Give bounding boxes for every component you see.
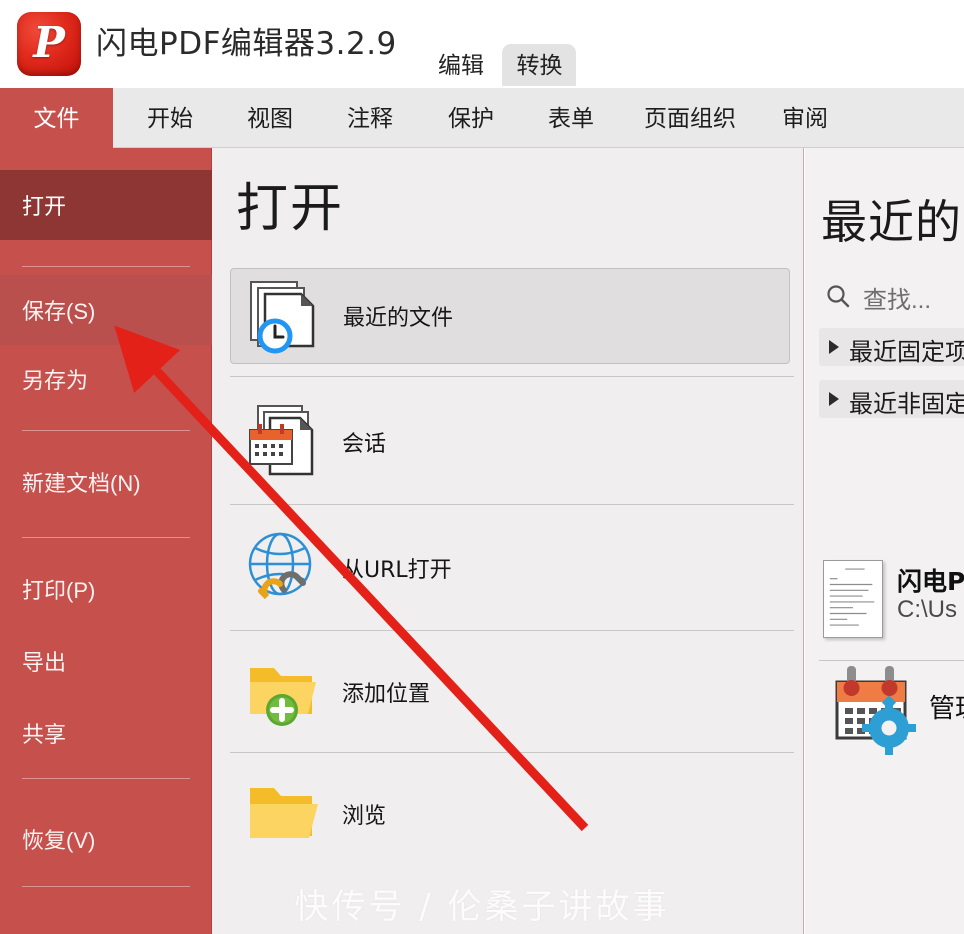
sidebar-item-label: 打开 xyxy=(22,194,67,219)
open-item-label: 会话 xyxy=(342,432,387,457)
recent-group-unpinned[interactable]: 最近非固定 xyxy=(819,380,964,418)
application-window: P 闪电PDF编辑器3.2.9 编辑 转换 文件 开始 视图 注释 保护 表单 … xyxy=(0,0,964,934)
chevron-right-icon xyxy=(829,392,839,406)
sidebar-item-label: 新建文档(N) xyxy=(22,471,141,496)
tab-review[interactable]: 审阅 xyxy=(764,88,846,148)
sidebar-item-label: 导出 xyxy=(22,650,67,675)
open-panel-divider xyxy=(230,504,794,505)
recent-file-path: C:\Us xyxy=(897,596,957,623)
globe-link-icon xyxy=(244,528,328,608)
sidebar-item-label: 恢复(V) xyxy=(22,828,96,853)
recent-file-item[interactable]: 闪电P C:\Us xyxy=(823,558,964,648)
sidebar-divider xyxy=(22,537,190,538)
app-title: 闪电PDF编辑器3.2.9 xyxy=(96,26,397,62)
sidebar-item-save[interactable]: 保存(S) xyxy=(0,275,212,345)
open-item-label: 从URL打开 xyxy=(342,558,452,583)
recent-panel: 最近的 查找... 最近固定项 最近非固定 闪电P C:\Us 管 xyxy=(805,148,964,934)
open-item-label: 添加位置 xyxy=(342,682,431,707)
title-bar: P 闪电PDF编辑器3.2.9 编辑 转换 xyxy=(0,0,964,88)
sidebar-item-label: 保存(S) xyxy=(22,299,96,324)
open-item-add-location[interactable]: 添加位置 xyxy=(230,644,790,740)
sidebar-divider xyxy=(22,778,190,779)
manage-sessions-icon xyxy=(823,658,923,763)
open-panel-divider xyxy=(230,630,794,631)
open-panel-divider xyxy=(230,376,794,377)
add-folder-icon xyxy=(244,652,328,732)
sidebar-item-share[interactable]: 共享 xyxy=(0,702,212,764)
sidebar-item-print[interactable]: 打印(P) xyxy=(0,558,212,620)
folder-icon xyxy=(244,774,328,854)
tab-form[interactable]: 表单 xyxy=(530,88,612,148)
sidebar-divider xyxy=(22,430,190,431)
chevron-right-icon xyxy=(829,340,839,354)
search-icon xyxy=(825,283,851,309)
file-menu-sidebar: 打开 保存(S) 另存为 新建文档(N) 打印(P) 导出 共享 恢复(V) xyxy=(0,148,212,934)
sidebar-item-label: 共享 xyxy=(22,722,67,747)
sidebar-item-label: 另存为 xyxy=(22,368,89,393)
open-item-recent-files[interactable]: 最近的文件 xyxy=(230,268,790,364)
sidebar-item-save-as[interactable]: 另存为 xyxy=(0,345,212,413)
mode-tab-bar: 编辑 转换 xyxy=(424,44,577,86)
sidebar-item-export[interactable]: 导出 xyxy=(0,630,212,692)
open-item-label: 最近的文件 xyxy=(343,306,454,331)
manage-sessions-label: 管理 xyxy=(929,694,964,724)
tab-file[interactable]: 文件 xyxy=(0,88,113,148)
open-item-label: 浏览 xyxy=(342,804,387,829)
search-placeholder: 查找... xyxy=(863,287,932,314)
recent-files-icon xyxy=(245,276,329,356)
manage-sessions-item[interactable]: 管理 xyxy=(823,658,964,758)
tab-start[interactable]: 开始 xyxy=(129,88,211,148)
sidebar-item-new-document[interactable]: 新建文档(N) xyxy=(0,448,212,516)
tab-view[interactable]: 视图 xyxy=(229,88,311,148)
tab-protect[interactable]: 保护 xyxy=(430,88,512,148)
document-thumbnail-icon xyxy=(823,560,883,638)
mode-tab-edit[interactable]: 编辑 xyxy=(424,44,498,86)
open-item-browse[interactable]: 浏览 xyxy=(230,766,790,862)
sidebar-divider xyxy=(22,266,190,267)
open-item-open-from-url[interactable]: 从URL打开 xyxy=(230,520,790,616)
sidebar-item-restore[interactable]: 恢复(V) xyxy=(0,808,212,870)
open-panel-divider xyxy=(230,752,794,753)
open-item-session[interactable]: 会话 xyxy=(230,394,790,490)
recent-group-label: 最近固定项 xyxy=(849,338,964,366)
ribbon-tab-bar: 文件 开始 视图 注释 保护 表单 页面组织 审阅 xyxy=(0,88,964,148)
search-input[interactable]: 查找... xyxy=(825,280,964,314)
tab-page-organize[interactable]: 页面组织 xyxy=(626,88,754,148)
sidebar-item-label: 打印(P) xyxy=(22,578,96,603)
app-logo-icon: P xyxy=(17,12,81,76)
recent-group-pinned[interactable]: 最近固定项 xyxy=(819,328,964,366)
tab-annotate[interactable]: 注释 xyxy=(329,88,411,148)
open-panel: 打开 最近的文件 会话 从URL打开 添加位置 浏览 xyxy=(212,148,804,934)
mode-tab-convert[interactable]: 转换 xyxy=(502,44,577,86)
session-calendar-icon xyxy=(244,402,328,482)
recent-panel-title: 最近的 xyxy=(821,195,962,249)
sidebar-item-open[interactable]: 打开 xyxy=(0,170,212,240)
page-title: 打开 xyxy=(236,179,345,239)
recent-file-name: 闪电P xyxy=(897,567,964,596)
recent-group-label: 最近非固定 xyxy=(849,390,964,418)
app-logo-glyph: P xyxy=(33,18,65,67)
sidebar-divider xyxy=(22,886,190,887)
